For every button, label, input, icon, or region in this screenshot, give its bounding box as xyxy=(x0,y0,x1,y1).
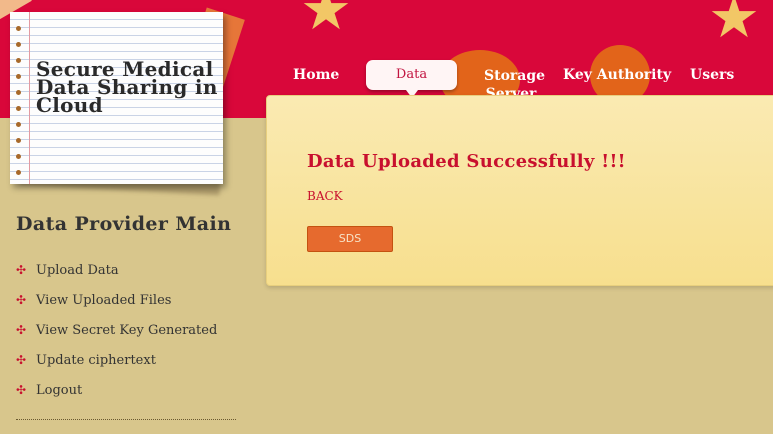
nav-users[interactable]: Users xyxy=(690,67,734,83)
site-logo-notepad: Secure Medical Data Sharing in Cloud xyxy=(10,12,223,184)
sidebar-divider xyxy=(16,419,236,420)
bullet-arrow-icon: ✣ xyxy=(16,263,27,277)
sidebar-item-view-uploaded-files[interactable]: ✣ View Uploaded Files xyxy=(16,285,217,315)
back-link[interactable]: BACK xyxy=(307,189,343,203)
nav-home[interactable]: Home xyxy=(293,67,339,83)
notepad-hole xyxy=(16,106,21,111)
nav-data-provider[interactable]: Data Provider xyxy=(366,60,457,112)
star-decoration: ★ xyxy=(300,0,352,43)
sidebar-item-label: View Uploaded Files xyxy=(36,292,172,308)
star-decoration: ★ xyxy=(708,0,760,51)
sidebar-item-label: Upload Data xyxy=(36,262,119,278)
sidebar-menu: ✣ Upload Data ✣ View Uploaded Files ✣ Vi… xyxy=(16,255,217,405)
sds-button[interactable]: SDS xyxy=(307,226,393,252)
notepad-hole xyxy=(16,138,21,143)
bullet-arrow-icon: ✣ xyxy=(16,323,27,337)
notepad-hole xyxy=(16,90,21,95)
bullet-arrow-icon: ✣ xyxy=(16,293,27,307)
nav-key-authority[interactable]: Key Authority xyxy=(563,67,671,83)
notepad-hole xyxy=(16,26,21,31)
sidebar-item-label: Update ciphertext xyxy=(36,352,156,368)
site-title: Secure Medical Data Sharing in Cloud xyxy=(36,57,218,117)
main-content-panel: Data Uploaded Successfully !!! BACK SDS xyxy=(266,95,773,286)
notepad-hole xyxy=(16,170,21,175)
success-message: Data Uploaded Successfully !!! xyxy=(307,151,626,172)
notepad-hole xyxy=(16,74,21,79)
sidebar-item-upload-data[interactable]: ✣ Upload Data xyxy=(16,255,217,285)
sidebar-item-logout[interactable]: ✣ Logout xyxy=(16,375,217,405)
notepad-hole xyxy=(16,42,21,47)
sidebar-item-update-ciphertext[interactable]: ✣ Update ciphertext xyxy=(16,345,217,375)
notepad-margin-line xyxy=(29,12,30,184)
notepad-hole xyxy=(16,154,21,159)
bullet-arrow-icon: ✣ xyxy=(16,353,27,367)
sidebar-item-view-secret-key[interactable]: ✣ View Secret Key Generated xyxy=(16,315,217,345)
sidebar-item-label: View Secret Key Generated xyxy=(36,322,218,338)
notepad-hole xyxy=(16,58,21,63)
sidebar-item-label: Logout xyxy=(36,382,83,398)
notepad-hole xyxy=(16,122,21,127)
bullet-arrow-icon: ✣ xyxy=(16,383,27,397)
sidebar-title: Data Provider Main xyxy=(16,213,232,235)
